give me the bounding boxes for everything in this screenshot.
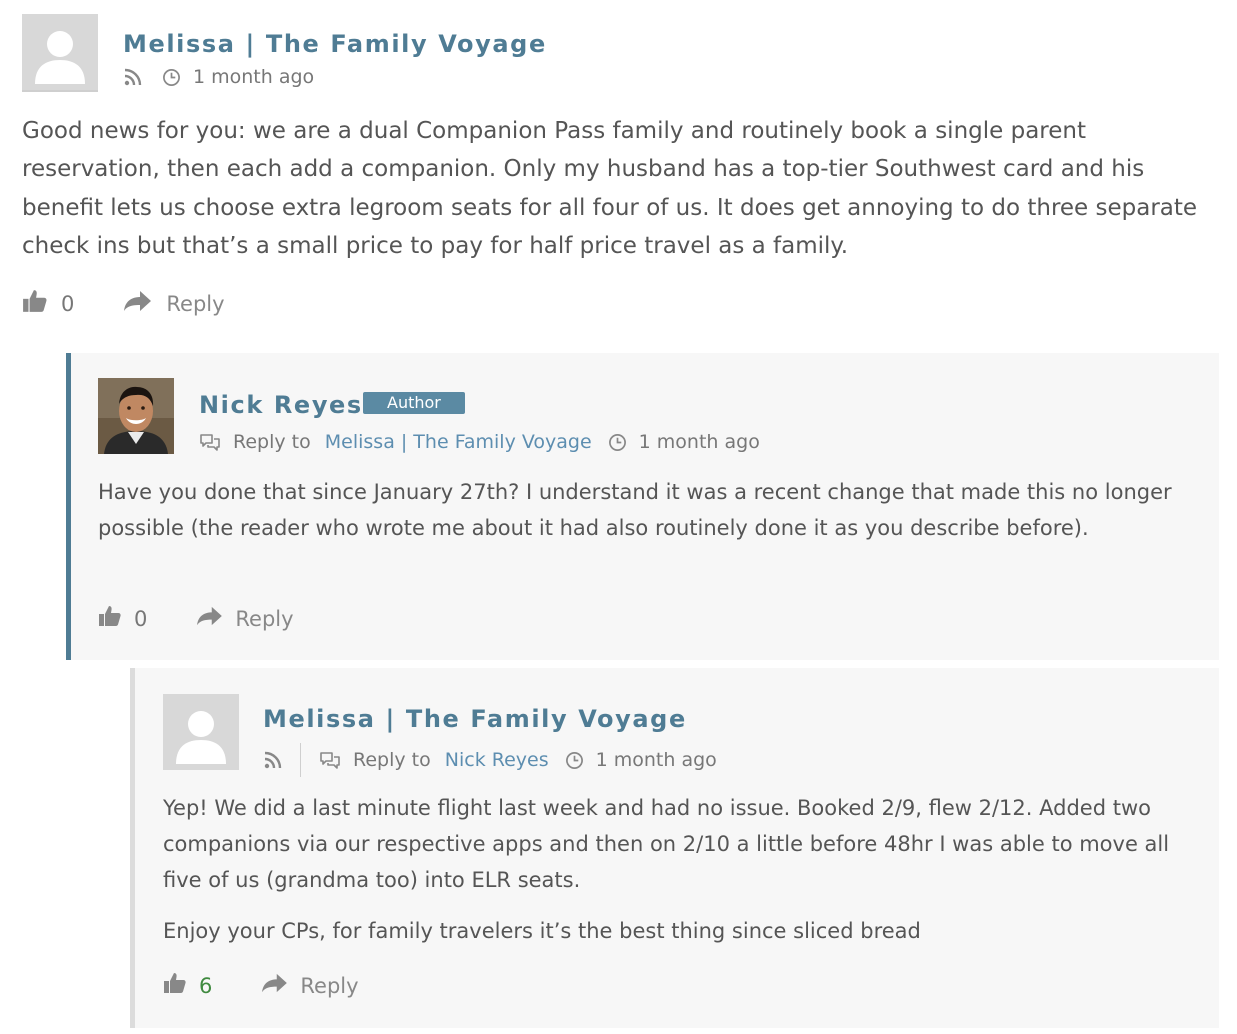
comment-2: Nick Reyes Author Reply to Melissa | The… [66, 353, 1219, 660]
reply-link[interactable]: Reply [166, 292, 224, 316]
default-avatar[interactable] [22, 14, 98, 92]
clock-icon [162, 68, 181, 87]
comment-meta: 1 month ago [124, 66, 314, 88]
like-count: 0 [61, 291, 75, 316]
clock-icon [565, 751, 584, 770]
thumbs-up-icon[interactable] [163, 971, 187, 1000]
comment-1: Melissa | The Family Voyage 1 month ago … [0, 0, 1237, 340]
reply-link[interactable]: Reply [235, 607, 293, 631]
like-count: 6 [199, 973, 213, 998]
comment-time[interactable]: 1 month ago [596, 749, 717, 771]
comment-actions: 0 Reply [98, 604, 294, 633]
default-avatar[interactable] [163, 694, 239, 770]
comment-author[interactable]: Melissa | The Family Voyage [263, 705, 687, 733]
comment-time[interactable]: 1 month ago [193, 66, 314, 88]
comment-actions: 0 Reply [22, 288, 225, 319]
comment-paragraph: Have you done that since January 27th? I… [98, 480, 1172, 540]
comment-meta: Reply to Melissa | The Family Voyage 1 m… [199, 431, 760, 453]
comment-actions: 6 Reply [163, 971, 359, 1000]
reply-to-label: Reply to [353, 749, 431, 771]
comment-meta: Reply to Nick Reyes 1 month ago [264, 743, 717, 777]
comment-body: Yep! We did a last minute flight last we… [163, 790, 1213, 949]
comment-paragraph: Enjoy your CPs, for family travelers it’… [163, 919, 921, 943]
thumbs-up-icon[interactable] [98, 604, 122, 633]
reply-link[interactable]: Reply [300, 974, 358, 998]
comment-3: Melissa | The Family Voyage Reply to Nic… [130, 668, 1219, 1028]
rss-icon[interactable] [124, 68, 142, 86]
comment-time[interactable]: 1 month ago [639, 431, 760, 453]
comment-author[interactable]: Nick Reyes [199, 391, 363, 419]
thumbs-up-icon[interactable] [22, 288, 48, 319]
reply-to-link[interactable]: Nick Reyes [445, 749, 549, 771]
share-arrow-icon[interactable] [122, 289, 152, 318]
comment-paragraph: Yep! We did a last minute flight last we… [163, 796, 1170, 892]
like-count: 0 [134, 606, 148, 631]
author-avatar[interactable] [98, 378, 174, 454]
comment-body: Have you done that since January 27th? I… [98, 474, 1213, 546]
reply-to-link[interactable]: Melissa | The Family Voyage [325, 431, 592, 453]
comment-author[interactable]: Melissa | The Family Voyage [123, 30, 547, 58]
share-arrow-icon[interactable] [260, 972, 288, 999]
reply-to-label: Reply to [233, 431, 311, 453]
chat-bubbles-icon [199, 432, 221, 452]
comment-body: Good news for you: we are a dual Compani… [22, 112, 1222, 266]
clock-icon [608, 433, 627, 452]
comment-paragraph: Good news for you: we are a dual Compani… [22, 118, 1198, 260]
rss-icon[interactable] [264, 751, 282, 769]
meta-divider [300, 743, 301, 777]
chat-bubbles-icon [319, 750, 341, 770]
author-badge: Author [363, 392, 465, 414]
share-arrow-icon[interactable] [195, 605, 223, 632]
